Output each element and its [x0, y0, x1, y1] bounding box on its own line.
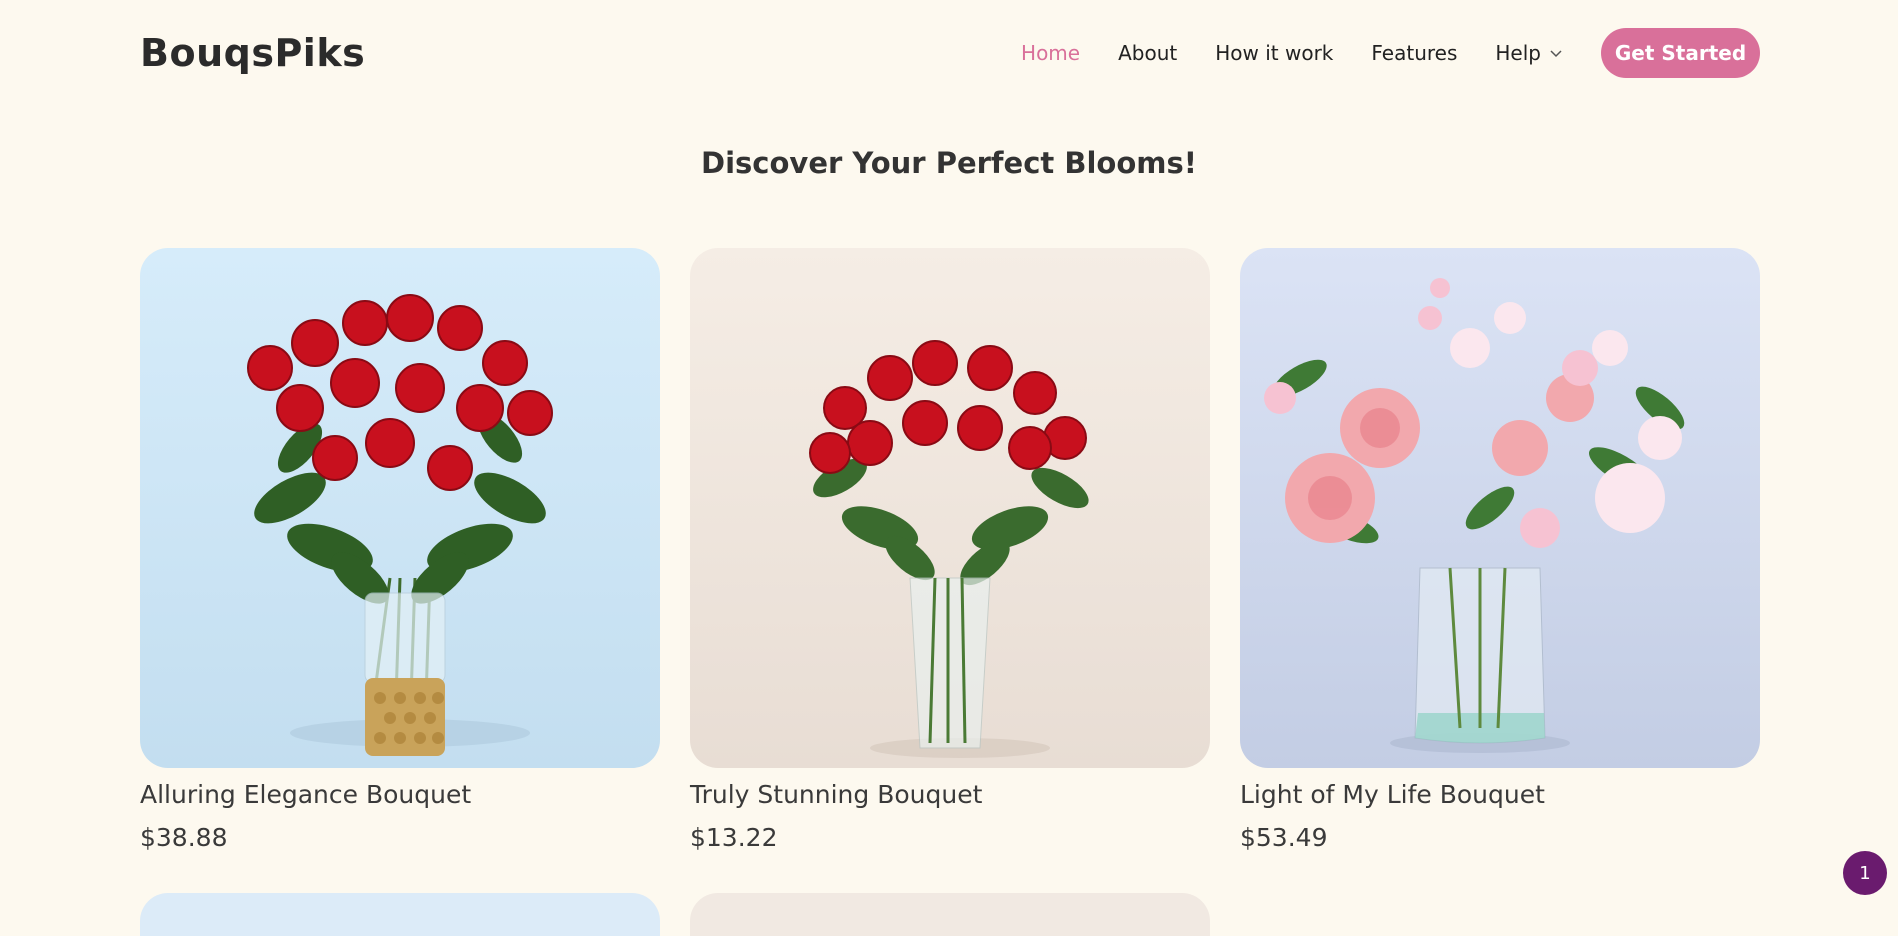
product-grid-next-row: [140, 893, 1210, 936]
bouquet-image: [1240, 248, 1760, 768]
nav-home[interactable]: Home: [1021, 41, 1080, 65]
product-card[interactable]: Light of My Life Bouquet $53.49: [1240, 248, 1760, 852]
product-grid: Alluring Elegance Bouquet $38.88 Truly S…: [140, 248, 1760, 852]
product-name[interactable]: Light of My Life Bouquet: [1240, 780, 1760, 809]
notification-badge[interactable]: 1: [1843, 851, 1887, 895]
product-card[interactable]: Truly Stunning Bouquet $13.22: [690, 248, 1210, 852]
product-card-partial[interactable]: [140, 893, 660, 936]
nav-about[interactable]: About: [1118, 41, 1177, 65]
get-started-button[interactable]: Get Started: [1601, 28, 1760, 78]
page-title: Discover Your Perfect Blooms!: [701, 146, 1197, 180]
product-image[interactable]: [140, 248, 660, 768]
product-image[interactable]: [1240, 248, 1760, 768]
product-name[interactable]: Alluring Elegance Bouquet: [140, 780, 660, 809]
product-price: $38.88: [140, 823, 228, 852]
nav-how-it-work[interactable]: How it work: [1215, 41, 1333, 65]
page: BouqsPiks Home About How it work Feature…: [0, 0, 1898, 936]
product-name[interactable]: Truly Stunning Bouquet: [690, 780, 1210, 809]
bouquet-image: [140, 248, 660, 768]
product-card-partial[interactable]: [690, 893, 1210, 936]
product-image[interactable]: [690, 248, 1210, 768]
nav-help[interactable]: Help: [1495, 41, 1563, 65]
chevron-down-icon: [1550, 50, 1562, 58]
nav-features[interactable]: Features: [1371, 41, 1457, 65]
nav-help-label: Help: [1495, 41, 1541, 65]
brand-logo[interactable]: BouqsPiks: [140, 31, 365, 75]
product-price: $53.49: [1240, 823, 1328, 852]
bouquet-image: [690, 248, 1210, 768]
product-price: $13.22: [690, 823, 778, 852]
main-nav: Home About How it work Features Help Get…: [983, 28, 1760, 78]
site-header: BouqsPiks Home About How it work Feature…: [140, 0, 1760, 106]
product-card[interactable]: Alluring Elegance Bouquet $38.88: [140, 248, 660, 852]
